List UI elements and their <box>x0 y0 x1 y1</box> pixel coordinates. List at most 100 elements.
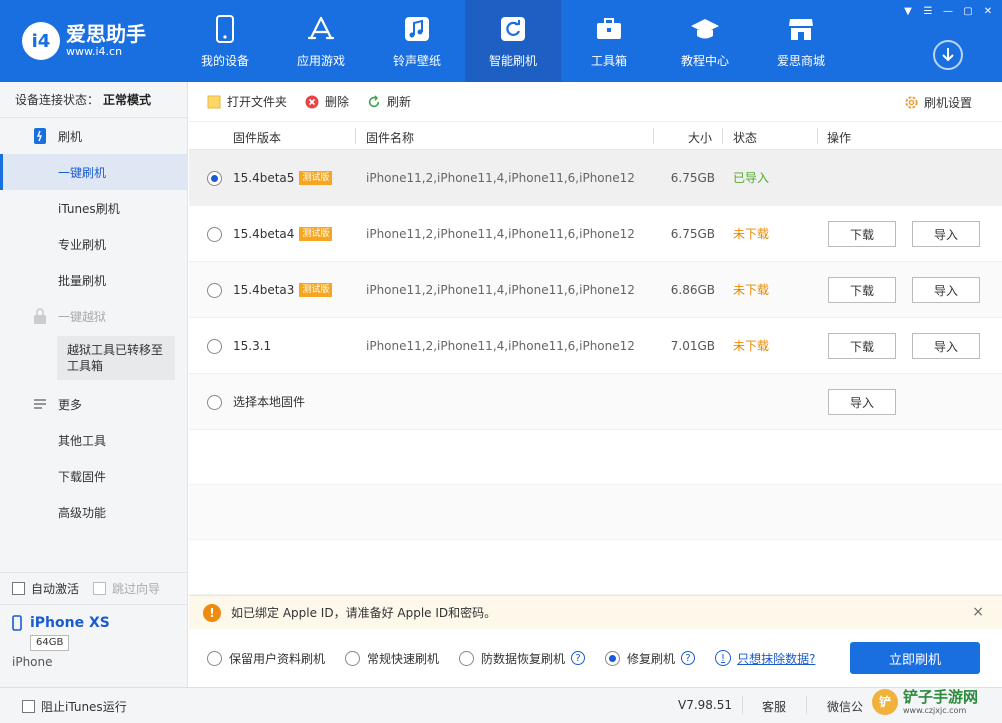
toolbar: 打开文件夹 删除 刷新 刷机设置 <box>189 82 1002 122</box>
table-row[interactable]: 15.3.1 iPhone11,2,iPhone11,4,iPhone11,6,… <box>189 318 1002 374</box>
nav-my-device[interactable]: 我的设备 <box>177 0 273 82</box>
col-header-name: 固件名称 <box>366 131 415 145</box>
mode-label: 常规快速刷机 <box>367 651 440 666</box>
minimize-icon[interactable]: — <box>940 4 956 18</box>
device-info: iPhone XS 64GB iPhone <box>0 604 188 687</box>
nav-toolbox[interactable]: 工具箱 <box>561 0 657 82</box>
help-icon[interactable]: ? <box>571 651 586 665</box>
col-header-actions: 操作 <box>827 131 852 145</box>
graduation-cap-icon <box>690 14 720 44</box>
skip-guide-checkbox <box>93 582 107 595</box>
download-button[interactable]: 下载 <box>828 277 896 303</box>
nav-label: 工具箱 <box>590 53 627 68</box>
mode-keep-data[interactable]: 保留用户资料刷机 <box>207 650 325 667</box>
flash-settings-button[interactable]: 刷机设置 <box>904 94 972 111</box>
refresh-button[interactable]: 刷新 <box>367 93 411 110</box>
shirt-icon[interactable]: ▼ <box>900 4 916 18</box>
firmware-radio[interactable] <box>207 339 222 354</box>
delete-button[interactable]: 删除 <box>305 93 349 110</box>
delete-icon <box>305 95 319 109</box>
flash-now-button[interactable]: 立即刷机 <box>850 642 980 674</box>
customer-service-link[interactable]: 客服 <box>762 698 786 715</box>
logo-name: 爱思助手 <box>66 22 146 46</box>
group-label: 刷机 <box>58 129 83 144</box>
warning-icon: ! <box>203 603 221 622</box>
button-label: 删除 <box>325 95 350 109</box>
mode-quick[interactable]: 常规快速刷机 <box>345 650 439 667</box>
nav-apps[interactable]: 应用游戏 <box>273 0 369 82</box>
local-firmware-row[interactable]: 选择本地固件 导入 <box>189 374 1002 430</box>
local-import-button[interactable]: 导入 <box>828 389 896 415</box>
main-panel: 打开文件夹 删除 刷新 刷机设置 固件版本 固件名称 大小 状态 操作 15.4… <box>189 82 1002 687</box>
block-itunes-option[interactable]: 阻止iTunes运行 <box>22 698 127 715</box>
import-button[interactable]: 导入 <box>912 221 980 247</box>
mode-label: 保留用户资料刷机 <box>229 651 326 666</box>
toolbox-icon <box>594 14 624 44</box>
nav-store[interactable]: 爱思商城 <box>753 0 849 82</box>
auto-activate-checkbox[interactable] <box>12 582 25 595</box>
menu-icon[interactable]: ☰ <box>920 4 936 18</box>
mode-radio[interactable] <box>605 650 621 666</box>
sidebar-item-advanced[interactable]: 高级功能 <box>0 494 187 530</box>
top-nav: 我的设备 应用游戏 铃声壁纸 智能刷机 工具箱 教程中心 爱思商城 <box>177 0 849 82</box>
app-logo: i4 爱思助手 www.i4.cn <box>22 22 146 60</box>
device-name: iPhone XS <box>30 615 110 631</box>
app-store-icon <box>306 14 336 44</box>
table-row[interactable]: 15.4beta4 测试版 iPhone11,2,iPhone11,4,iPhon… <box>189 206 1002 262</box>
sidebar-group-flash[interactable]: 刷机 <box>0 118 187 154</box>
firmware-status: 未下载 <box>733 339 770 353</box>
gear-icon <box>904 95 919 110</box>
download-arrow-icon <box>942 48 954 62</box>
sidebar-item-batch-flash[interactable]: 批量刷机 <box>0 262 187 298</box>
firmware-radio[interactable] <box>207 283 222 298</box>
import-button[interactable]: 导入 <box>912 333 980 359</box>
col-header-status: 状态 <box>733 131 758 145</box>
sidebar-group-more[interactable]: 更多 <box>0 386 187 422</box>
beta-tag: 测试版 <box>299 171 333 185</box>
mode-radio[interactable] <box>459 650 475 666</box>
info-icon: ! <box>715 650 732 666</box>
nav-label: 智能刷机 <box>488 53 537 68</box>
sidebar-options: 自动激活 跳过向导 <box>0 572 188 604</box>
table-row[interactable]: 15.4beta5 测试版 iPhone11,2,iPhone11,4,iPhon… <box>189 150 1002 206</box>
refresh-circle-icon <box>367 94 381 109</box>
erase-data-link[interactable]: ! 只想抹除数据? <box>715 650 815 667</box>
beta-tag: 测试版 <box>299 227 333 241</box>
mode-repair[interactable]: 修复刷机 ? <box>605 650 696 667</box>
sidebar-item-one-click-flash[interactable]: 一键刷机 <box>0 154 187 190</box>
firmware-radio[interactable] <box>207 171 222 186</box>
open-folder-button[interactable]: 打开文件夹 <box>207 93 287 110</box>
jailbreak-moved-notice: 越狱工具已转移至工具箱 <box>57 336 175 380</box>
table-row[interactable]: 15.4beta3 测试版 iPhone11,2,iPhone11,4,iPhon… <box>189 262 1002 318</box>
local-firmware-radio[interactable] <box>207 395 222 410</box>
nav-smart-flash[interactable]: 智能刷机 <box>465 0 561 82</box>
version-text: 15.3.1 <box>233 339 272 353</box>
block-itunes-checkbox[interactable] <box>22 700 35 713</box>
group-label: 更多 <box>58 397 83 412</box>
mode-radio[interactable] <box>345 650 361 666</box>
sidebar-item-other-tools[interactable]: 其他工具 <box>0 422 187 458</box>
link-label: 只想抹除数据? <box>737 651 816 666</box>
nav-ringtones[interactable]: 铃声壁纸 <box>369 0 465 82</box>
help-icon[interactable]: ? <box>681 651 696 665</box>
close-icon[interactable]: ✕ <box>980 4 996 18</box>
download-manager-button[interactable] <box>933 40 963 70</box>
nav-tutorials[interactable]: 教程中心 <box>657 0 753 82</box>
mode-radio[interactable] <box>207 650 222 666</box>
wechat-link[interactable]: 微信公 <box>827 698 863 715</box>
firmware-radio[interactable] <box>207 227 222 242</box>
download-button[interactable]: 下载 <box>828 333 896 359</box>
shovel-logo-icon: 铲 <box>872 688 898 715</box>
auto-activate-option[interactable]: 自动激活 <box>12 580 79 597</box>
sidebar-item-itunes-flash[interactable]: iTunes刷机 <box>0 190 187 226</box>
watermark-text: 铲子手游网 <box>903 687 979 706</box>
group-label: 一键越狱 <box>58 309 107 324</box>
close-icon[interactable]: × <box>972 604 984 620</box>
sidebar-item-pro-flash[interactable]: 专业刷机 <box>0 226 187 262</box>
maximize-icon[interactable]: ▢ <box>960 4 976 18</box>
status-label: 设备连接状态： <box>15 93 100 107</box>
download-button[interactable]: 下载 <box>828 221 896 247</box>
import-button[interactable]: 导入 <box>912 277 980 303</box>
sidebar-item-download-firmware[interactable]: 下载固件 <box>0 458 187 494</box>
mode-anti-recovery[interactable]: 防数据恢复刷机 ? <box>459 650 586 667</box>
